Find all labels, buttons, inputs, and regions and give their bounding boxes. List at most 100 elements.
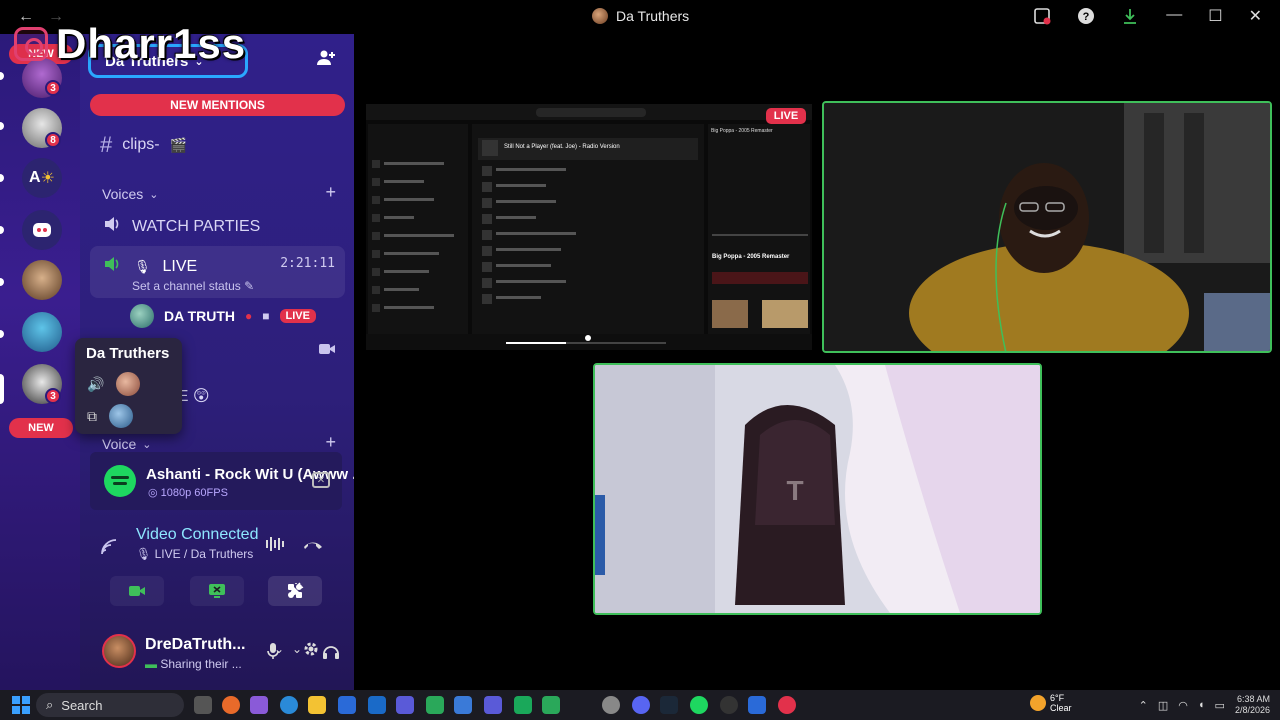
server-icon-3[interactable]: A ☀ xyxy=(22,158,62,198)
server-icon-5[interactable] xyxy=(22,260,62,300)
file-explorer-icon[interactable] xyxy=(308,696,326,714)
help-icon[interactable]: ? xyxy=(1076,6,1096,26)
clock-time: 6:38 AM xyxy=(1236,694,1270,704)
weather-desc: Clear xyxy=(1050,703,1072,713)
server-icon-4[interactable] xyxy=(22,210,62,250)
stop-stream-icon[interactable]: ✕ xyxy=(312,472,330,488)
spotify-now-playing: Still Not a Player (feat. Joe) - Radio V… xyxy=(504,144,620,150)
add-channel-icon[interactable]: + xyxy=(325,182,336,203)
store-icon[interactable] xyxy=(454,696,472,714)
windows-start-icon[interactable] xyxy=(12,696,30,714)
firefox-icon[interactable] xyxy=(222,696,240,714)
tooltip-row: ⧉ xyxy=(87,404,133,428)
user-name[interactable]: DreDaTruth... xyxy=(145,636,245,654)
webcam-tile-2[interactable]: T xyxy=(593,363,1042,615)
minimize-button[interactable]: — xyxy=(1166,6,1182,26)
gear-icon[interactable] xyxy=(302,640,320,663)
chevron-down-icon: ⌄ xyxy=(142,438,152,451)
obs-icon[interactable] xyxy=(720,696,738,714)
network-icon[interactable]: ◫ xyxy=(1158,699,1168,712)
new-mentions-button[interactable]: NEW MENTIONS xyxy=(90,94,345,116)
close-button[interactable]: ✕ xyxy=(1249,6,1262,26)
clock-date: 2/8/2026 xyxy=(1234,705,1270,715)
search-icon: ⌕ xyxy=(46,697,54,712)
xbox-icon[interactable] xyxy=(426,696,444,714)
maximize-button[interactable]: ☐ xyxy=(1208,6,1222,26)
camera-icon[interactable] xyxy=(318,342,336,359)
app-icon-4[interactable] xyxy=(748,696,766,714)
disconnect-icon[interactable] xyxy=(302,536,324,557)
category-voices[interactable]: Voices ⌄ xyxy=(102,186,158,202)
server-rail: NEW 3 8 A ☀ 3 NEW xyxy=(0,34,80,690)
connection-title[interactable]: Video Connected xyxy=(136,526,258,544)
new-pill-bottom[interactable]: NEW xyxy=(9,418,73,438)
chevron-down-icon[interactable]: ⌄ xyxy=(274,642,284,656)
svg-text:T: T xyxy=(786,475,803,506)
app-icon-2[interactable] xyxy=(484,696,502,714)
download-icon[interactable] xyxy=(1120,6,1140,26)
category-label: Voice xyxy=(102,436,137,452)
app-icon[interactable] xyxy=(338,696,356,714)
clock[interactable]: 6:38 AM 2/8/2026 xyxy=(1235,694,1270,716)
edge-icon[interactable] xyxy=(280,696,298,714)
settings-icon[interactable] xyxy=(602,696,620,714)
soundboard-button[interactable] xyxy=(268,576,322,606)
channel-status-text: Set a channel status xyxy=(132,279,241,293)
headphones-icon[interactable] xyxy=(322,642,340,665)
wifi-icon[interactable]: ◠ xyxy=(1178,699,1188,712)
channel-watch-parties[interactable]: WATCH PARTIES xyxy=(102,214,260,239)
screen-share-button[interactable] xyxy=(190,576,244,606)
pencil-icon: ✎ xyxy=(244,279,255,293)
voice-member[interactable]: DA TRUTH ● ■ LIVE xyxy=(130,304,316,328)
discord-icon[interactable] xyxy=(632,696,650,714)
server-icon-6[interactable] xyxy=(22,312,62,352)
steam-icon[interactable] xyxy=(660,696,678,714)
system-tray: ⌃ ◫ ◠ ◖ ▭ 6:38 AM 2/8/2026 xyxy=(1139,694,1270,716)
channel-status[interactable]: Set a channel status ✎ xyxy=(132,279,254,293)
add-channel-icon[interactable]: + xyxy=(325,432,336,453)
app-icon-3[interactable] xyxy=(514,696,532,714)
teams-icon[interactable] xyxy=(396,696,414,714)
inbox-icon[interactable] xyxy=(1032,6,1052,26)
soundboard-icon xyxy=(289,582,304,597)
now-playing-panel[interactable]: Ashanti - Rock Wit U (Awww ... ◎ 1080p 6… xyxy=(90,452,365,510)
copilot-icon[interactable] xyxy=(250,696,268,714)
taskbar-search[interactable]: ⌕ Search xyxy=(36,693,184,717)
volume-icon[interactable]: ◖ xyxy=(1198,699,1205,711)
add-member-icon[interactable] xyxy=(316,48,336,73)
microphone-icon: 🎙 xyxy=(134,258,151,274)
server-badge-3: 3 xyxy=(45,388,61,404)
chevron-down-icon: ⌄ xyxy=(149,188,159,201)
connection-subtitle[interactable]: 🎙 LIVE / Da Truthers xyxy=(136,547,253,561)
discord-bot-icon xyxy=(33,223,51,237)
sun-icon: ☀ xyxy=(40,170,55,187)
camera-button[interactable] xyxy=(110,576,164,606)
window-controls: — ☐ ✕ xyxy=(1166,6,1262,26)
weather-widget[interactable]: 6°F Clear xyxy=(1030,693,1072,713)
xbox-app-icon[interactable] xyxy=(542,696,560,714)
window-title-text: Da Truthers xyxy=(616,8,690,24)
channel-timer: 2:21:11 xyxy=(280,256,335,271)
app-icon-5[interactable] xyxy=(778,696,796,714)
svg-text:?: ? xyxy=(1083,11,1090,23)
microphone-icon: 🎙 xyxy=(136,547,155,561)
channel-clips[interactable]: # clips- 🎬 xyxy=(100,132,187,158)
chevron-up-icon[interactable]: ⌃ xyxy=(1139,699,1148,712)
tooltip-title: Da Truthers xyxy=(86,345,170,362)
category-voice[interactable]: Voice ⌄ xyxy=(102,436,151,452)
connection-subtitle-text: LIVE / Da Truthers xyxy=(154,547,254,561)
avatar xyxy=(130,304,154,328)
avatar[interactable] xyxy=(102,634,136,668)
chevron-down-icon[interactable]: ⌄ xyxy=(292,642,302,656)
webcam-tile-1[interactable] xyxy=(822,101,1272,353)
task-view-icon[interactable] xyxy=(194,696,212,714)
battery-icon[interactable]: ▭ xyxy=(1215,699,1225,712)
spotify-taskbar-icon[interactable] xyxy=(690,696,708,714)
channel-live[interactable]: 🎙 LIVE 2:21:11 Set a channel status ✎ xyxy=(90,246,345,298)
signal-icon[interactable] xyxy=(100,538,118,561)
noise-suppression-icon[interactable] xyxy=(264,535,284,558)
screen-share-tile[interactable]: Still Not a Player (feat. Joe) - Radio V… xyxy=(366,104,812,350)
outlook-icon[interactable] xyxy=(368,696,386,714)
weather-icon xyxy=(1030,695,1046,711)
channel-label: WATCH PARTIES xyxy=(132,217,261,235)
